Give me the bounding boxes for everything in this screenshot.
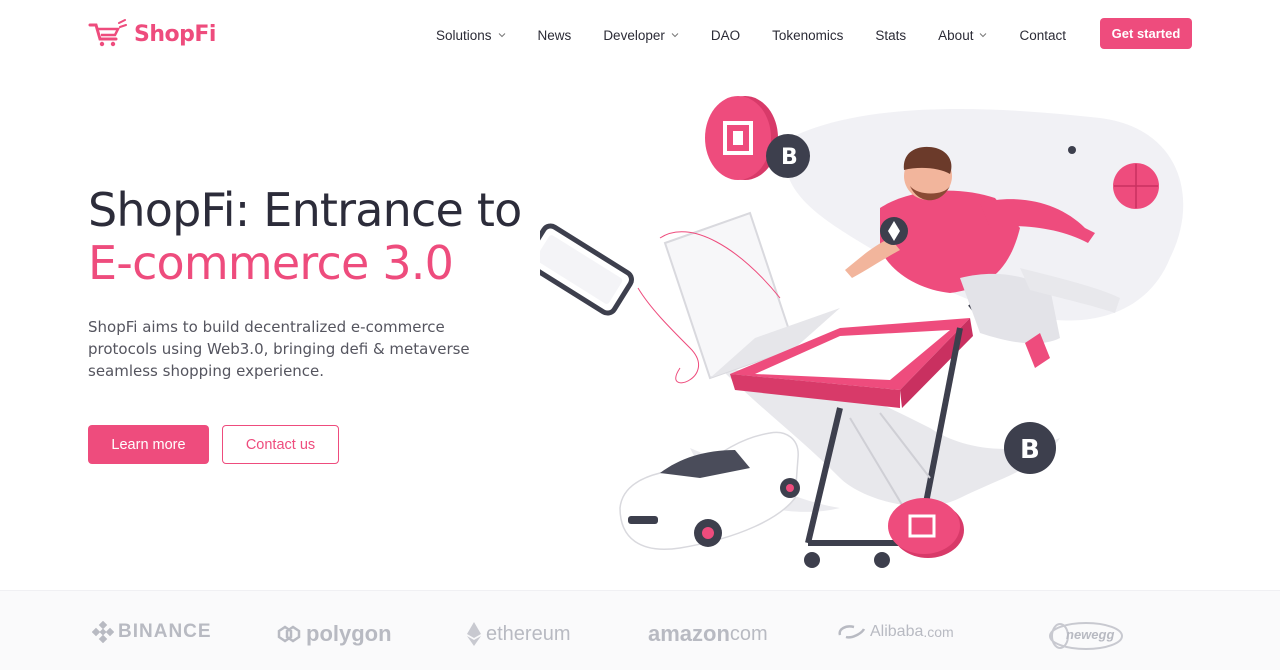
partner-name: newegg (1066, 627, 1115, 642)
learn-more-button[interactable]: Learn more (88, 425, 209, 464)
binance-coin-icon (705, 96, 778, 180)
brand-name: ShopFi (134, 21, 216, 47)
hero-title: ShopFi: Entrance to (88, 183, 522, 237)
partner-domain-suffix: .com (923, 624, 954, 640)
car-icon (619, 431, 800, 550)
polygon-icon (277, 625, 301, 643)
bitcoin-coin-icon: B (766, 134, 810, 178)
nav-item-tokenomics[interactable]: Tokenomics (772, 28, 843, 43)
partners-strip: BINANCE polygon ethereum amazon com Alib… (0, 590, 1280, 670)
ethereum-coin-icon (880, 217, 908, 245)
chevron-down-icon (498, 33, 505, 38)
svg-text:B: B (1020, 435, 1040, 465)
partner-name: ethereum (486, 622, 571, 645)
binance-icon (92, 621, 114, 643)
nav-item-contact[interactable]: Contact (1019, 28, 1066, 43)
nav-item-label: About (938, 27, 974, 43)
amazon-logo: amazon (648, 621, 730, 646)
hero-title-highlight: E-commerce 3.0 (88, 236, 454, 290)
partner-polygon[interactable]: polygon (276, 621, 392, 647)
nav-item-label: Solutions (436, 27, 492, 43)
nav-item-news[interactable]: News (538, 28, 572, 43)
nav-item-label: Tokenomics (772, 27, 844, 43)
nav-item-dao[interactable]: DAO (711, 28, 740, 43)
nav-item-label: Developer (603, 27, 665, 43)
binance-coin-icon-bottom (888, 498, 964, 558)
nav-item-solutions[interactable]: Solutions (436, 28, 506, 43)
svg-text:B: B (781, 145, 798, 170)
shopfi-cart-icon (88, 19, 127, 47)
partner-amazon[interactable]: amazon com (648, 621, 768, 647)
nav-item-developer[interactable]: Developer (603, 28, 679, 43)
phone-icon (540, 223, 634, 316)
get-started-button[interactable]: Get started (1100, 18, 1192, 49)
partner-name: BINANCE (118, 621, 212, 642)
shopfi-logo[interactable]: ShopFi (88, 19, 216, 49)
basketball-icon (1113, 163, 1159, 209)
main-nav: Solutions News Developer DAO Tokenomics … (436, 24, 1098, 46)
chevron-down-icon (980, 33, 987, 38)
hero-illustration: B B (540, 96, 1184, 568)
ethereum-icon (467, 622, 481, 646)
bitcoin-coin-icon-bottom: B (1004, 422, 1056, 474)
partner-newegg[interactable]: newegg (1046, 621, 1126, 651)
nav-item-about[interactable]: About (938, 28, 987, 43)
partner-domain-suffix: com (729, 622, 768, 645)
nav-item-stats[interactable]: Stats (875, 28, 906, 43)
hero-description: ShopFi aims to build decentralized e-com… (88, 318, 470, 380)
site-header: ShopFi Solutions News Developer DAO Toke… (0, 0, 1280, 70)
partner-name: polygon (306, 621, 392, 646)
nav-item-label: Contact (1019, 27, 1066, 43)
nav-item-label: News (537, 27, 572, 43)
partner-binance[interactable]: BINANCE (92, 621, 212, 643)
partner-alibaba[interactable]: Alibaba .com (836, 621, 954, 643)
chevron-down-icon (671, 33, 679, 38)
partner-name: Alibaba (870, 623, 924, 640)
contact-us-button[interactable]: Contact us (222, 425, 339, 464)
nav-item-label: Stats (875, 27, 907, 43)
partner-ethereum[interactable]: ethereum (466, 621, 571, 647)
nav-item-label: DAO (710, 27, 741, 43)
alibaba-icon (838, 625, 866, 639)
